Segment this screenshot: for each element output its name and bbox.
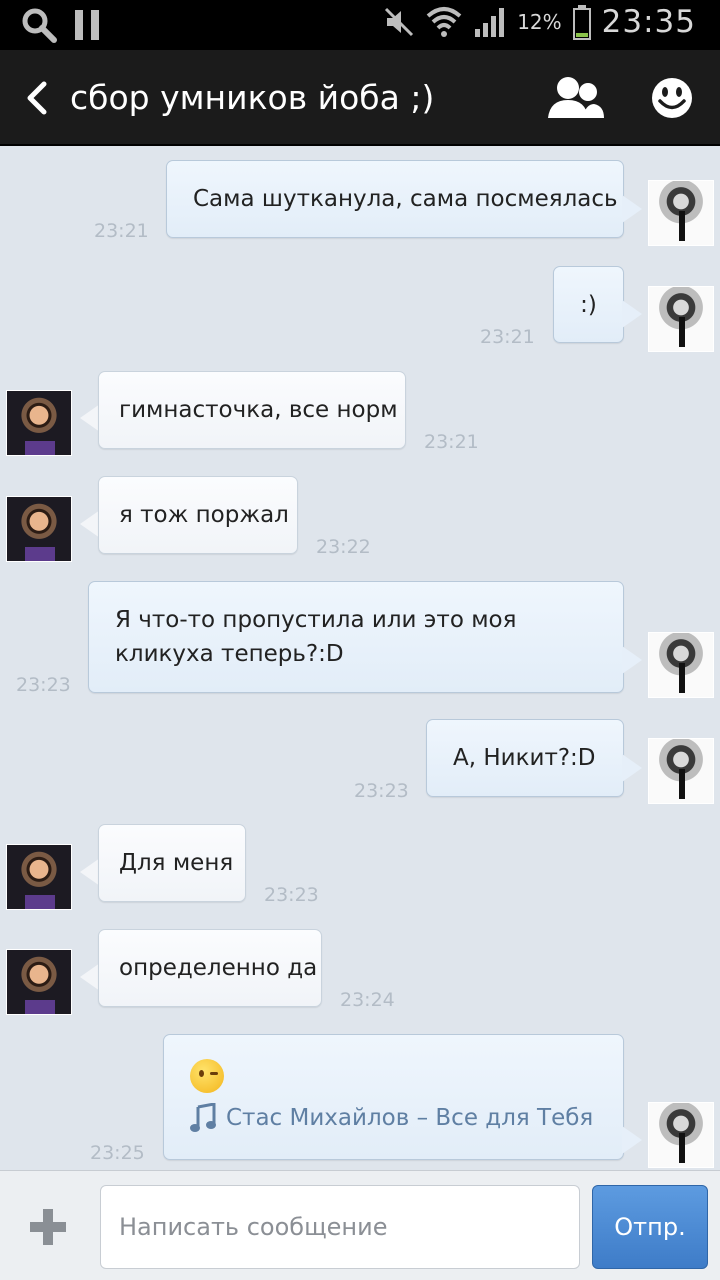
wink-emoji	[190, 1059, 224, 1093]
message-bubble[interactable]: гимнасточка, все норм	[98, 371, 406, 449]
message-time: 23:23	[16, 674, 71, 696]
message-time: 23:23	[264, 884, 319, 906]
status-time: 23:35	[601, 4, 696, 40]
bubble-tail	[622, 300, 642, 328]
message-bubble[interactable]: Сама шутканула, сама посмеялась	[166, 160, 624, 238]
message-list[interactable]: Сама шутканула, сама посмеялась 23:21 :)…	[0, 146, 720, 1170]
members-icon[interactable]	[546, 72, 604, 124]
signal-icon	[475, 8, 505, 37]
bubble-tail	[80, 858, 100, 886]
battery-icon	[572, 5, 591, 40]
message-bubble[interactable]: А, Никит?:D	[426, 719, 624, 797]
bubble-tail	[622, 646, 642, 674]
message-text: я тож поржал	[119, 502, 289, 528]
avatar[interactable]	[6, 949, 72, 1015]
chat-header: сбор умников йоба ;)	[0, 50, 720, 146]
message-text: Для меня	[119, 850, 234, 876]
bubble-tail	[80, 510, 100, 538]
message-text-line: Я что-то пропустила или это моя	[115, 607, 517, 633]
message-time: 23:21	[94, 220, 149, 242]
message-text: :)	[580, 291, 597, 318]
avatar[interactable]	[648, 738, 714, 804]
bubble-tail	[622, 1126, 642, 1154]
message-bubble[interactable]: :)	[553, 266, 624, 343]
wifi-icon	[426, 7, 462, 37]
back-icon[interactable]	[18, 76, 58, 120]
mute-icon	[385, 7, 414, 37]
avatar[interactable]	[6, 390, 72, 456]
message-bubble[interactable]: Стас Михайлов – Все для Тебя	[163, 1034, 624, 1160]
message-bubble[interactable]: Я что-то пропустила или это моя кликуха …	[88, 581, 624, 693]
message-time: 23:23	[354, 780, 409, 802]
audio-title: Стас Михайлов – Все для Тебя	[226, 1105, 594, 1131]
message-time: 23:24	[340, 989, 395, 1011]
avatar[interactable]	[6, 496, 72, 562]
status-bar: 12% 23:35	[0, 0, 720, 50]
bubble-tail	[622, 195, 642, 223]
chat-title: сбор умников йоба ;)	[70, 78, 435, 117]
message-time: 23:21	[424, 431, 479, 453]
bubble-tail	[80, 963, 100, 991]
message-text: А, Никит?:D	[453, 745, 596, 771]
avatar[interactable]	[648, 1102, 714, 1168]
search-icon	[22, 8, 57, 43]
music-note-icon	[190, 1103, 216, 1132]
message-time: 23:25	[90, 1142, 145, 1164]
message-text: Сама шутканула, сама посмеялась	[193, 186, 618, 212]
avatar[interactable]	[648, 180, 714, 246]
message-time: 23:22	[316, 536, 371, 558]
avatar[interactable]	[648, 632, 714, 698]
message-input[interactable]: Написать сообщение	[100, 1185, 580, 1269]
message-text: определенно да	[119, 955, 318, 981]
avatar[interactable]	[6, 844, 72, 910]
attach-plus-icon[interactable]	[28, 1207, 68, 1247]
send-button[interactable]: Отпр.	[592, 1185, 708, 1269]
message-time: 23:21	[480, 326, 535, 348]
pause-icon	[75, 10, 99, 40]
bubble-tail	[622, 754, 642, 782]
message-bubble[interactable]: Для меня	[98, 824, 246, 902]
message-text-line: кликуха теперь?:D	[115, 641, 344, 667]
message-bubble[interactable]: определенно да	[98, 929, 322, 1007]
battery-percent: 12%	[517, 10, 562, 34]
message-composer: Написать сообщение Отпр.	[0, 1170, 720, 1280]
message-bubble[interactable]: я тож поржал	[98, 476, 298, 554]
smiley-icon[interactable]	[648, 72, 696, 124]
message-text: гимнасточка, все норм	[119, 397, 398, 423]
avatar[interactable]	[648, 286, 714, 352]
bubble-tail	[80, 404, 100, 432]
audio-attachment[interactable]: Стас Михайлов – Все для Тебя	[190, 1101, 593, 1135]
